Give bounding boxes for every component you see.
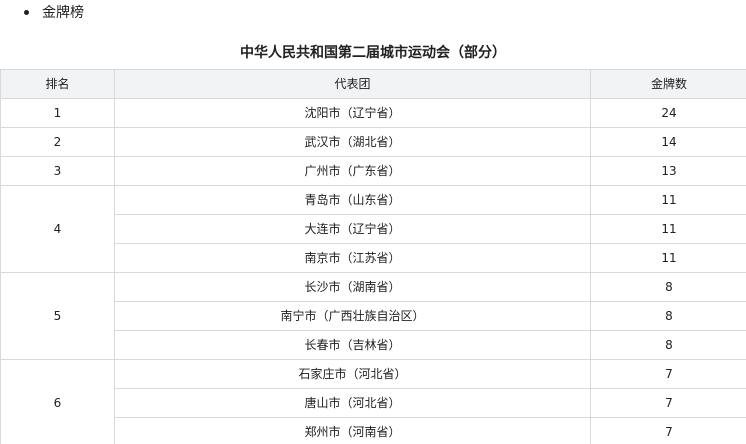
table-caption: 中华人民共和国第二届城市运动会（部分） — [240, 45, 506, 61]
gold-count-cell: 11 — [590, 185, 746, 215]
gold-count-cell: 7 — [590, 388, 746, 418]
table-row: 4 青岛市（山东省） 11 — [0, 185, 746, 273]
rank-cell: 2 — [0, 127, 115, 157]
table-header-row: 排名 代表团 金牌数 — [0, 69, 746, 99]
table-row: 6 石家庄市（河北省） 7 — [0, 359, 746, 444]
team-cell: 沈阳市（辽宁省） — [114, 98, 591, 128]
table-body: 1 沈阳市（辽宁省） 24 2 武汉市（湖北省） 14 3 广州市（广东省） 13 4 青岛市（山东… — [0, 98, 746, 444]
section-heading: 金牌榜 — [42, 5, 84, 21]
table-row: 1 沈阳市（辽宁省） 24 — [0, 98, 746, 128]
team-cell: 长沙市（湖南省） — [114, 272, 591, 302]
team-cell: 郑州市（河南省） — [114, 417, 591, 444]
gold-count-cell: 11 — [590, 214, 746, 244]
gold-count-cell: 24 — [590, 98, 746, 128]
rank-cell: 3 — [0, 156, 115, 186]
bullet-dot-icon — [24, 9, 29, 15]
section-bullet: 金牌榜 — [24, 2, 84, 22]
table-row: 3 广州市（广东省） 13 — [0, 156, 746, 186]
gold-count-cell: 14 — [590, 127, 746, 157]
gold-count-cell: 8 — [590, 330, 746, 360]
header-gold: 金牌数 — [590, 69, 746, 99]
team-cell: 唐山市（河北省） — [114, 388, 591, 418]
gold-count-cell: 7 — [590, 417, 746, 444]
medal-table: 排名 代表团 金牌数 1 沈阳市（辽宁省） 24 2 武汉市（湖北省） 14 3 广州市（广东… — [0, 69, 746, 444]
rank-cell: 5 — [0, 272, 115, 360]
rank-cell: 6 — [0, 359, 115, 444]
gold-count-cell: 8 — [590, 272, 746, 302]
team-cell: 广州市（广东省） — [114, 156, 591, 186]
table-row: 2 武汉市（湖北省） 14 — [0, 127, 746, 157]
gold-count-cell: 7 — [590, 359, 746, 389]
rank-cell: 4 — [0, 185, 115, 273]
page: 金牌榜 中华人民共和国第二届城市运动会（部分） 排名 代表团 金牌数 1 沈阳市（… — [0, 0, 746, 444]
header-team: 代表团 — [114, 69, 591, 99]
team-cell: 南京市（江苏省） — [114, 243, 591, 273]
gold-count-cell: 11 — [590, 243, 746, 273]
team-cell: 长春市（吉林省） — [114, 330, 591, 360]
gold-count-cell: 8 — [590, 301, 746, 331]
table-row: 5 长沙市（湖南省） 8 — [0, 272, 746, 360]
team-cell: 青岛市（山东省） — [114, 185, 591, 215]
gold-count-cell: 13 — [590, 156, 746, 186]
team-cell: 武汉市（湖北省） — [114, 127, 591, 157]
team-cell: 大连市（辽宁省） — [114, 214, 591, 244]
team-cell: 石家庄市（河北省） — [114, 359, 591, 389]
rank-cell: 1 — [0, 98, 115, 128]
team-cell: 南宁市（广西壮族自治区） — [114, 301, 591, 331]
header-rank: 排名 — [0, 69, 115, 99]
